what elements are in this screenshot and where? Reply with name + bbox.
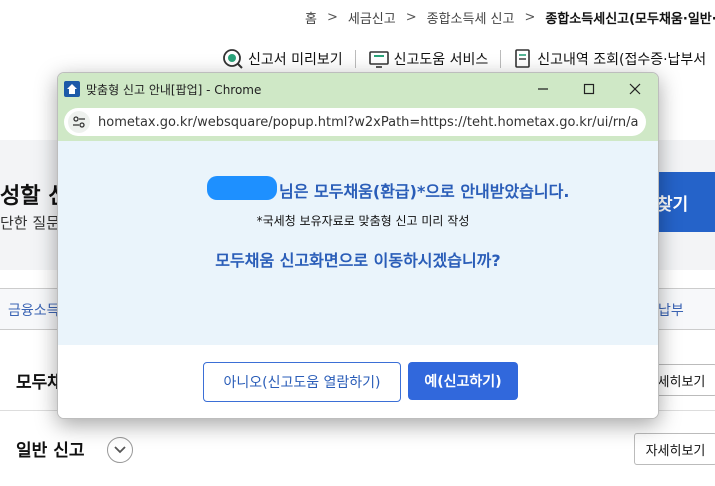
url-field[interactable]: hometax.go.kr/websquare/popup.html?w2xPa… bbox=[64, 108, 646, 136]
minimize-icon bbox=[538, 88, 548, 90]
url-text: hometax.go.kr/websquare/popup.html?w2xPa… bbox=[98, 114, 638, 130]
page-toolbar: 신고서 미리보기 신고도움 서비스 신고내역 조회(접수증·납부서 bbox=[222, 48, 706, 70]
yes-file-return-button[interactable]: 예(신고하기) bbox=[408, 362, 518, 400]
no-view-help-button[interactable]: 아니오(신고도움 열람하기) bbox=[203, 362, 401, 402]
toolbar-divider bbox=[354, 50, 356, 68]
close-icon bbox=[629, 83, 641, 95]
popup-window: 맞춤형 신고 안내[팝업] - Chrome hometax.go.kr/web… bbox=[57, 72, 659, 419]
close-button[interactable] bbox=[612, 73, 658, 105]
maximize-button[interactable] bbox=[566, 73, 612, 105]
column-financial-income: 금융소득 bbox=[8, 303, 60, 319]
preview-label: 신고서 미리보기 bbox=[248, 52, 343, 68]
row-title: 일반 신고 bbox=[16, 441, 85, 461]
popup-content bbox=[58, 141, 658, 345]
row-title: 모두채 bbox=[16, 373, 63, 393]
address-bar: hometax.go.kr/websquare/popup.html?w2xPa… bbox=[58, 105, 658, 141]
window-titlebar[interactable]: 맞춤형 신고 안내[팝업] - Chrome bbox=[58, 73, 658, 105]
hometax-app-icon bbox=[64, 81, 80, 97]
monitor-icon bbox=[368, 51, 389, 68]
preview-button[interactable]: 신고서 미리보기 bbox=[222, 48, 343, 70]
notice-footnote: *국세청 보유자료로 맞춤형 신고 미리 작성 bbox=[256, 214, 470, 228]
document-icon bbox=[515, 49, 531, 68]
column-payment: 납부 bbox=[658, 303, 684, 319]
confirm-question: 모두채움 신고화면으로 이동하시겠습니까? bbox=[215, 251, 501, 270]
help-service-label: 신고도움 서비스 bbox=[393, 52, 489, 68]
breadcrumb-tax-filing[interactable]: 세금신고 bbox=[348, 8, 396, 27]
expand-button[interactable] bbox=[107, 437, 133, 463]
window-controls bbox=[520, 73, 658, 105]
breadcrumb-home[interactable]: 홈 bbox=[305, 8, 317, 27]
toolbar-divider bbox=[500, 50, 502, 68]
history-button[interactable]: 신고내역 조회(접수증·납부서 bbox=[513, 48, 706, 70]
breadcrumb-separator: > bbox=[524, 10, 536, 25]
detail-button[interactable]: 자세히보기 bbox=[634, 433, 715, 465]
chevron-down-icon bbox=[114, 446, 126, 454]
breadcrumb: 홈 > 세금신고 > 종합소득세 신고 > 종합소득세신고(모두채움·일반· bbox=[305, 8, 715, 27]
notice-message: 님은 모두채움(환급)*으로 안내받았습니다. bbox=[279, 182, 570, 201]
breadcrumb-income-tax[interactable]: 종합소득세 신고 bbox=[427, 8, 515, 27]
breadcrumb-separator: > bbox=[326, 10, 338, 25]
redacted-name bbox=[207, 176, 277, 200]
breadcrumb-separator: > bbox=[405, 10, 417, 25]
breadcrumb-current: 종합소득세신고(모두채움·일반· bbox=[545, 12, 715, 27]
list-item: 일반 신고 자세히보기 bbox=[0, 420, 715, 480]
minimize-button[interactable] bbox=[520, 73, 566, 105]
window-title: 맞춤형 신고 안내[팝업] - Chrome bbox=[86, 82, 262, 97]
help-service-button[interactable]: 신고도움 서비스 bbox=[368, 48, 489, 70]
magnifier-icon bbox=[223, 49, 243, 69]
maximize-icon bbox=[583, 83, 595, 95]
history-label: 신고내역 조회(접수증·납부서 bbox=[537, 52, 707, 68]
site-settings-icon[interactable] bbox=[68, 111, 90, 133]
section-subtitle: 단한 질문 bbox=[0, 214, 60, 232]
